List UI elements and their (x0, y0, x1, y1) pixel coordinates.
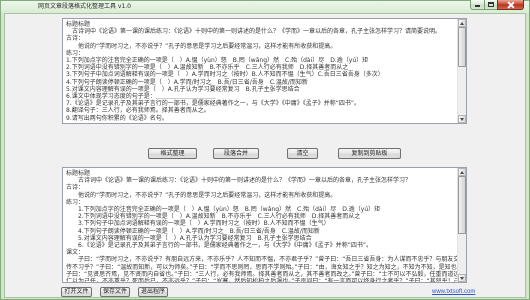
maximize-button[interactable] (484, 0, 497, 10)
scroll-down-button[interactable] (458, 115, 466, 123)
maximize-icon (488, 2, 494, 7)
scroll-down-arrow-icon (460, 276, 464, 280)
scroll-up-arrow-icon (460, 170, 464, 174)
format-button[interactable]: 格式整理 (148, 148, 197, 159)
client-area: 标题标题 古诗词中《论语》第一课的课后练习：《论语》十则中的第一则讲述的是什么？… (4, 13, 526, 298)
result-scrollbar[interactable] (457, 168, 466, 282)
result-text-area[interactable]: 标题标题 古诗词中《论语》第一课的课后练习：《论语》十则中的第一则讲述的是什么？… (63, 168, 457, 282)
window-title: 网页文章段落格式化整理工具 v1.0 (38, 3, 132, 10)
save-file-button[interactable]: 保存文件 (100, 287, 130, 297)
source-text-area[interactable]: 标题标题 古诗词中《论语》第一课的课后练习：《论语》十则中的第一则讲述的是什么？… (63, 19, 457, 123)
result-text-panel: 标题标题 古诗词中《论语》第一课的课后练习：《论语》十则中的第一则讲述的是什么？… (62, 167, 467, 283)
scroll-up-button[interactable] (458, 19, 466, 27)
merge-paragraphs-button[interactable]: 段落合并 (213, 148, 259, 159)
close-icon (507, 1, 515, 9)
scroll-up-button[interactable] (458, 168, 466, 176)
source-text-panel: 标题标题 古诗词中《论语》第一课的课后练习：《论语》十则中的第一则讲述的是什么？… (62, 18, 467, 124)
title-bar[interactable]: 网页文章段落格式化整理工具 v1.0 (0, 0, 530, 13)
minimize-icon (475, 5, 480, 7)
open-file-button[interactable]: 打开文件 (61, 287, 92, 297)
website-link[interactable]: www.txtsoft.com (432, 289, 475, 296)
scroll-down-arrow-icon (460, 117, 464, 121)
scrollbar-thumb[interactable] (458, 27, 466, 67)
exit-button[interactable]: 退出程序 (138, 287, 168, 297)
scroll-down-button[interactable] (458, 274, 466, 282)
source-scrollbar[interactable] (457, 19, 466, 123)
scroll-up-arrow-icon (460, 21, 464, 25)
app-window: 网页文章段落格式化整理工具 v1.0 标题标题 古诗词中《论语》第一课的课后练习… (0, 0, 530, 300)
minimize-button[interactable] (470, 0, 484, 10)
clear-button[interactable]: 清空 (287, 148, 318, 159)
copy-to-clipboard-button[interactable]: 复制到剪贴板 (338, 148, 401, 159)
scrollbar-thumb[interactable] (458, 176, 466, 234)
close-button[interactable] (497, 0, 524, 10)
